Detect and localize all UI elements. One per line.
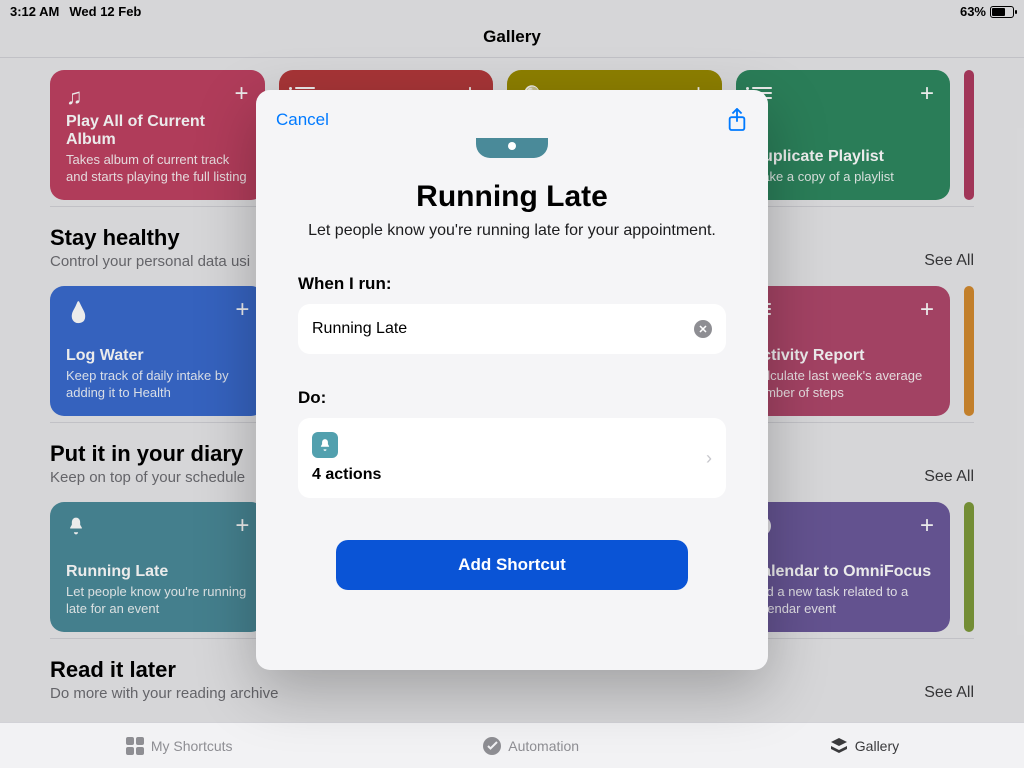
card-title: Log Water <box>66 347 249 365</box>
card-desc: Takes album of current track and starts … <box>66 151 249 186</box>
drop-icon <box>66 300 91 325</box>
do-label: Do: <box>298 388 748 408</box>
card-desc: Add a new task related to a calendar eve… <box>751 583 934 618</box>
add-icon[interactable]: + <box>920 300 934 320</box>
see-all-link[interactable]: See All <box>924 468 974 486</box>
see-all-link[interactable]: See All <box>924 684 974 702</box>
shortcut-name-value: Running Late <box>312 320 407 338</box>
shortcut-name-field[interactable]: Running Late ✕ <box>298 304 726 354</box>
tab-label: My Shortcuts <box>151 738 233 754</box>
add-shortcut-button[interactable]: Add Shortcut <box>336 540 688 590</box>
tab-label: Gallery <box>855 738 899 754</box>
card-peek-next[interactable] <box>964 70 974 200</box>
tab-bar: My Shortcuts Automation Gallery <box>0 722 1024 768</box>
card-title: Running Late <box>66 563 249 581</box>
section-subtitle: Keep on top of your schedule <box>50 469 245 486</box>
clock-check-icon <box>482 736 502 756</box>
section-title: Put it in your diary <box>50 441 245 467</box>
clear-icon[interactable]: ✕ <box>694 320 712 338</box>
status-date: Wed 12 Feb <box>69 4 141 19</box>
tab-gallery[interactable]: Gallery <box>829 736 899 756</box>
actions-count: 4 actions <box>312 466 381 484</box>
grid-icon <box>125 736 145 756</box>
card-title: Duplicate Playlist <box>752 148 935 166</box>
add-icon[interactable]: + <box>234 84 248 104</box>
card-play-all-album[interactable]: + Play All of Current Album Takes album … <box>50 70 265 200</box>
card-desc: Keep track of daily intake by adding it … <box>66 367 249 402</box>
modal-title: Running Late <box>276 180 748 214</box>
card-desc: Calculate last week's average number of … <box>751 367 934 402</box>
tab-label: Automation <box>508 738 579 754</box>
modal-subtitle: Let people know you're running late for … <box>276 222 748 240</box>
add-icon[interactable]: + <box>235 516 249 536</box>
card-desc: Make a copy of a playlist <box>752 168 935 186</box>
section-subtitle: Do more with your reading archive <box>50 685 278 702</box>
card-title: Play All of Current Album <box>66 113 249 149</box>
section-title: Read it later <box>50 657 278 683</box>
section-subtitle: Control your personal data usi <box>50 253 250 270</box>
section-title: Stay healthy <box>50 225 250 251</box>
shortcut-detail-modal: Cancel Running Late Let people know you'… <box>256 90 768 670</box>
card-running-late[interactable]: + Running Late Let people know you're ru… <box>50 502 265 632</box>
card-peek-next[interactable] <box>964 286 974 416</box>
page-title: Gallery <box>0 21 1024 57</box>
bell-icon <box>312 432 338 458</box>
add-icon[interactable]: + <box>920 516 934 536</box>
actions-row[interactable]: 4 actions › <box>298 418 726 498</box>
card-title: Calendar to OmniFocus <box>751 563 934 581</box>
add-icon[interactable]: + <box>920 84 934 104</box>
status-time: 3:12 AM <box>10 4 59 19</box>
card-desc: Let people know you're running late for … <box>66 583 249 618</box>
stack-icon <box>829 736 849 756</box>
share-icon[interactable] <box>726 108 748 132</box>
music-icon <box>66 84 83 110</box>
battery-icon <box>990 6 1014 18</box>
card-peek-next[interactable] <box>964 502 974 632</box>
card-log-water[interactable]: + Log Water Keep track of daily intake b… <box>50 286 265 416</box>
shortcut-hero-icon <box>476 138 548 158</box>
tab-automation[interactable]: Automation <box>482 736 579 756</box>
battery-percent: 63% <box>960 4 986 19</box>
status-bar: 3:12 AM Wed 12 Feb 63% <box>0 0 1024 21</box>
tab-my-shortcuts[interactable]: My Shortcuts <box>125 736 233 756</box>
bell-icon <box>66 516 86 542</box>
card-title: Activity Report <box>751 347 934 365</box>
add-icon[interactable]: + <box>235 300 249 320</box>
when-run-label: When I run: <box>298 274 748 294</box>
see-all-link[interactable]: See All <box>924 252 974 270</box>
chevron-right-icon: › <box>706 448 712 469</box>
cancel-button[interactable]: Cancel <box>276 110 329 130</box>
